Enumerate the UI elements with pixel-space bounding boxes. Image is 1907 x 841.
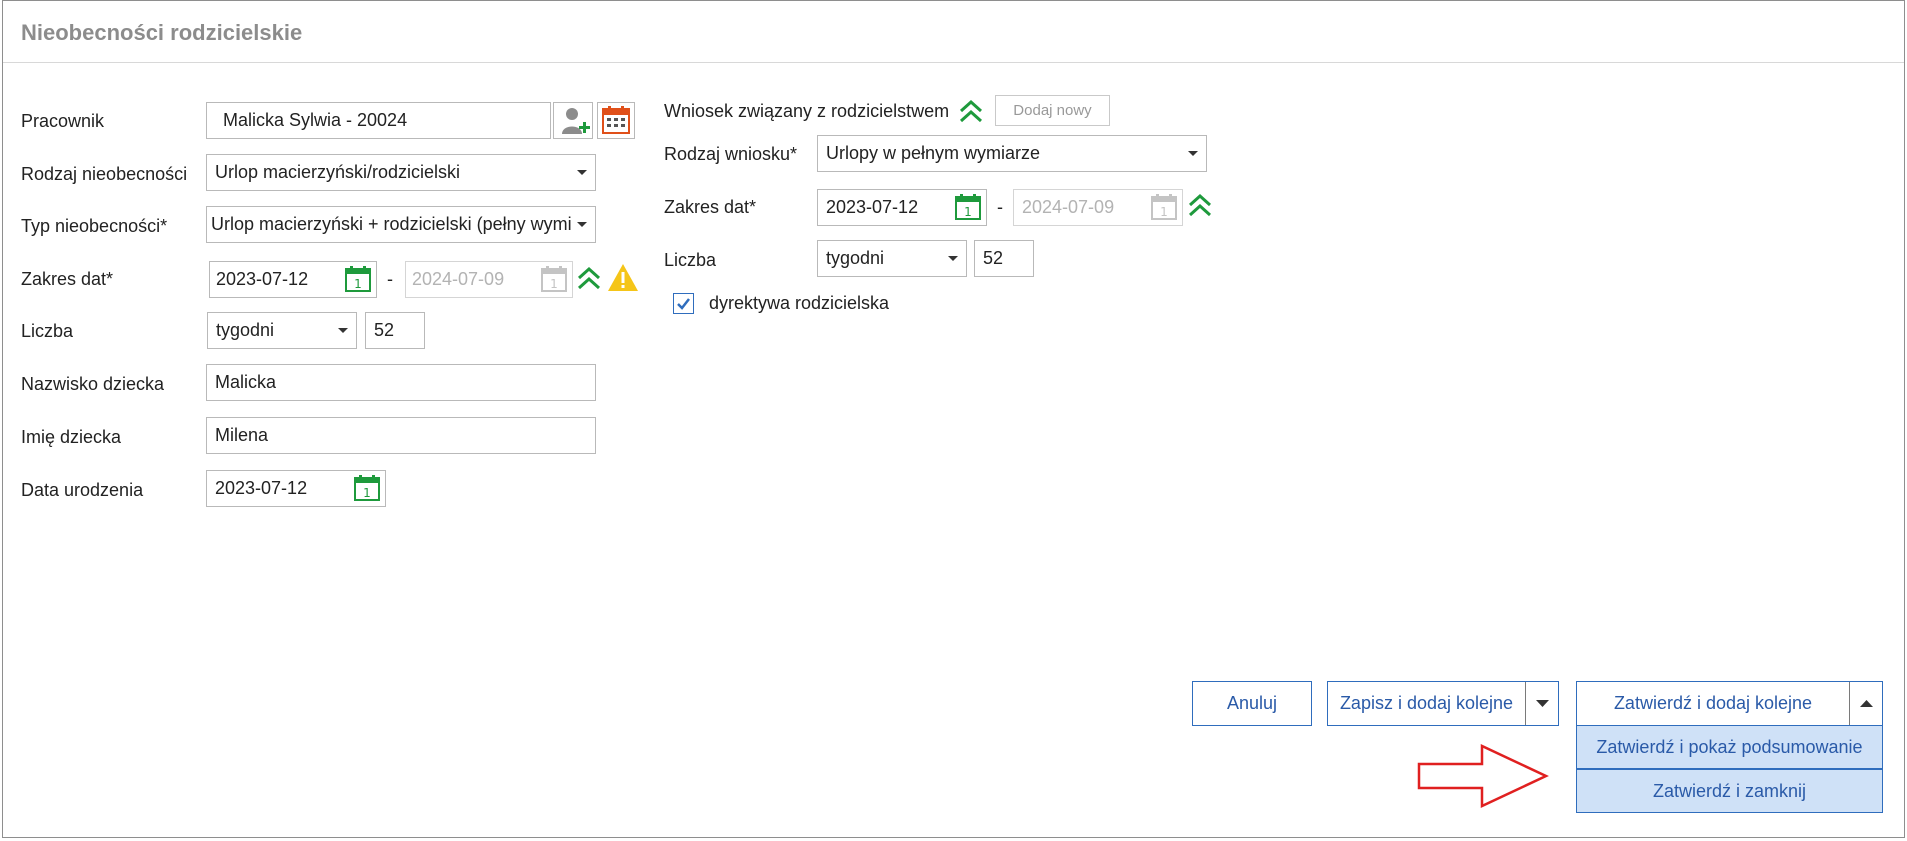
absence-type-label: Typ nieobecności* [21, 216, 168, 236]
add-person-icon [562, 108, 590, 134]
calendar-icon [602, 106, 630, 134]
directive-label: dyrektywa rodzicielska [709, 293, 890, 313]
menu-item-confirm-close[interactable]: Zatwierdź i zamknij [1576, 769, 1883, 813]
svg-text:1: 1 [363, 486, 371, 500]
child-name-field[interactable]: Milena [206, 417, 596, 454]
date-from-value: 2023-07-12 [216, 269, 309, 289]
right-date-from-value: 2023-07-12 [826, 197, 919, 217]
count-field[interactable]: 52 [365, 312, 425, 349]
double-chevron-up-icon[interactable] [575, 264, 603, 294]
birth-date-value: 2023-07-12 [215, 478, 308, 498]
right-count-field[interactable]: 52 [974, 240, 1034, 277]
svg-text:1: 1 [1160, 205, 1168, 219]
right-date-from-field[interactable]: 2023-07-12 1 [817, 189, 987, 226]
date-range-label: Zakres dat* [21, 269, 114, 289]
count-label: Liczba [21, 321, 74, 341]
right-date-range-label: Zakres dat* [664, 197, 757, 217]
count-unit-value: tygodni [216, 320, 275, 340]
right-count-unit-select[interactable]: tygodni [817, 240, 967, 277]
right-count-label: Liczba [664, 250, 717, 270]
confirm-add-label: Zatwierdź i dodaj kolejne [1613, 693, 1813, 713]
save-add-button[interactable]: Zapisz i dodaj kolejne [1327, 681, 1559, 726]
warning-icon [608, 264, 638, 291]
title-bar: Nieobecności rodzicielskie [3, 1, 1904, 63]
svg-text:1: 1 [550, 277, 558, 291]
right-date-separator: - [997, 197, 1003, 217]
directive-checkbox[interactable] [673, 293, 694, 314]
child-name-label: Imię dziecka [21, 427, 122, 447]
calendar-icon[interactable]: 1 [352, 473, 382, 503]
calendar-schedule-button[interactable] [597, 102, 635, 139]
checkmark-icon [677, 298, 690, 310]
request-kind-label: Rodzaj wniosku* [664, 144, 798, 164]
request-kind-value: Urlopy w pełnym wymiarze [826, 143, 1041, 163]
confirm-add-dropdown-toggle[interactable] [1849, 682, 1882, 725]
absence-kind-label: Rodzaj nieobecności [21, 164, 188, 184]
date-separator: - [387, 269, 393, 289]
date-to-field: 2024-07-09 1 [405, 261, 573, 298]
count-unit-select[interactable]: tygodni [207, 312, 357, 349]
page-title: Nieobecności rodzicielskie [21, 20, 303, 45]
chevron-down-icon [338, 328, 348, 333]
child-surname-field[interactable]: Malicka [206, 364, 596, 401]
absence-kind-select[interactable]: Urlop macierzyński/rodzicielski [206, 154, 596, 191]
dialog-window: Nieobecności rodzicielskie Pracownik Mal… [2, 0, 1905, 838]
chevron-down-icon [577, 170, 587, 175]
date-from-field[interactable]: 2023-07-12 1 [209, 261, 377, 298]
save-add-label: Zapisz i dodaj kolejne [1339, 693, 1514, 713]
employee-field[interactable]: Malicka Sylwia - 20024 [206, 102, 551, 139]
double-chevron-up-icon[interactable] [957, 97, 985, 127]
chevron-down-icon [577, 222, 587, 227]
calendar-icon[interactable]: 1 [343, 264, 373, 294]
calendar-icon: 1 [1151, 194, 1177, 220]
caret-down-icon [1536, 700, 1549, 707]
child-surname-label: Nazwisko dziecka [21, 374, 165, 394]
add-person-button[interactable] [553, 102, 593, 139]
calendar-icon[interactable]: 1 [953, 192, 983, 222]
calendar-icon: 1 [541, 266, 567, 292]
date-to-value: 2024-07-09 [412, 269, 505, 289]
right-count-unit-value: tygodni [826, 248, 885, 268]
request-related-label: Wniosek związany z rodzicielstwem [664, 101, 950, 121]
red-arrow-pointer [1417, 744, 1549, 808]
svg-text:1: 1 [354, 277, 362, 291]
absence-type-value: Urlop macierzyński + rodzicielski (pełny… [211, 214, 572, 234]
right-date-to-value: 2024-07-09 [1022, 197, 1115, 217]
caret-up-icon [1860, 700, 1873, 707]
absence-type-select[interactable]: Urlop macierzyński + rodzicielski (pełny… [206, 206, 596, 243]
absence-kind-value: Urlop macierzyński/rodzicielski [215, 162, 461, 182]
confirm-add-button[interactable]: Zatwierdź i dodaj kolejne [1576, 681, 1883, 726]
save-add-dropdown-toggle[interactable] [1525, 682, 1558, 725]
svg-text:1: 1 [964, 205, 972, 219]
chevron-down-icon [1188, 151, 1198, 156]
chevron-down-icon [948, 256, 958, 261]
request-kind-select[interactable]: Urlopy w pełnym wymiarze [817, 135, 1207, 172]
birth-date-label: Data urodzenia [21, 480, 144, 500]
right-date-to-field: 2024-07-09 1 [1013, 189, 1183, 226]
cancel-button[interactable]: Anuluj [1192, 681, 1312, 726]
double-chevron-up-icon[interactable] [1186, 191, 1214, 221]
birth-date-field[interactable]: 2023-07-12 1 [206, 470, 386, 507]
employee-label: Pracownik [21, 111, 105, 131]
menu-item-confirm-summary[interactable]: Zatwierdź i pokaż podsumowanie [1576, 725, 1883, 769]
add-new-button[interactable]: Dodaj nowy [995, 95, 1110, 126]
